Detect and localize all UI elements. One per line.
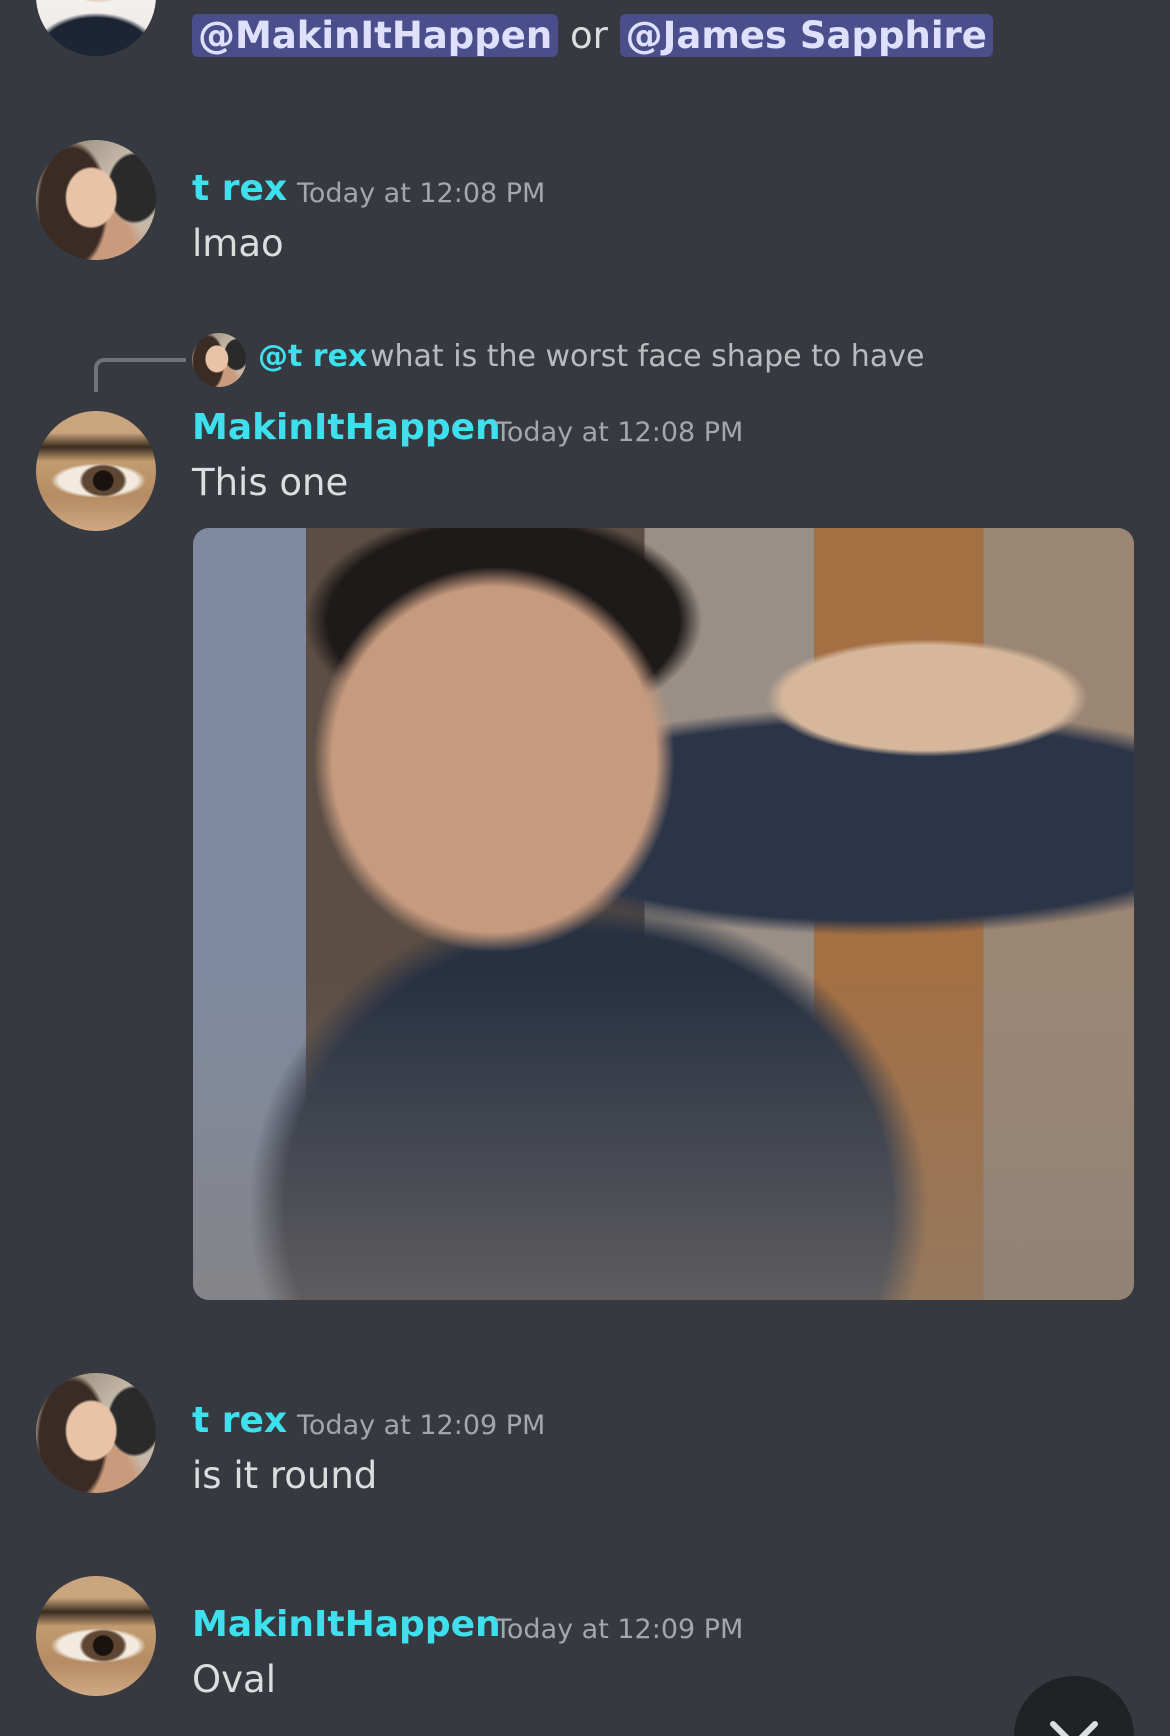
avatar[interactable] [36,1576,156,1696]
message-text: Oval [192,1658,276,1701]
timestamp: Today at 12:09 PM [495,1614,744,1645]
message: MakinItHappen Today at 12:09 PM Oval [0,0,1170,1736]
chevron-down-icon [1050,1721,1098,1736]
username[interactable]: MakinItHappen [192,1604,501,1645]
